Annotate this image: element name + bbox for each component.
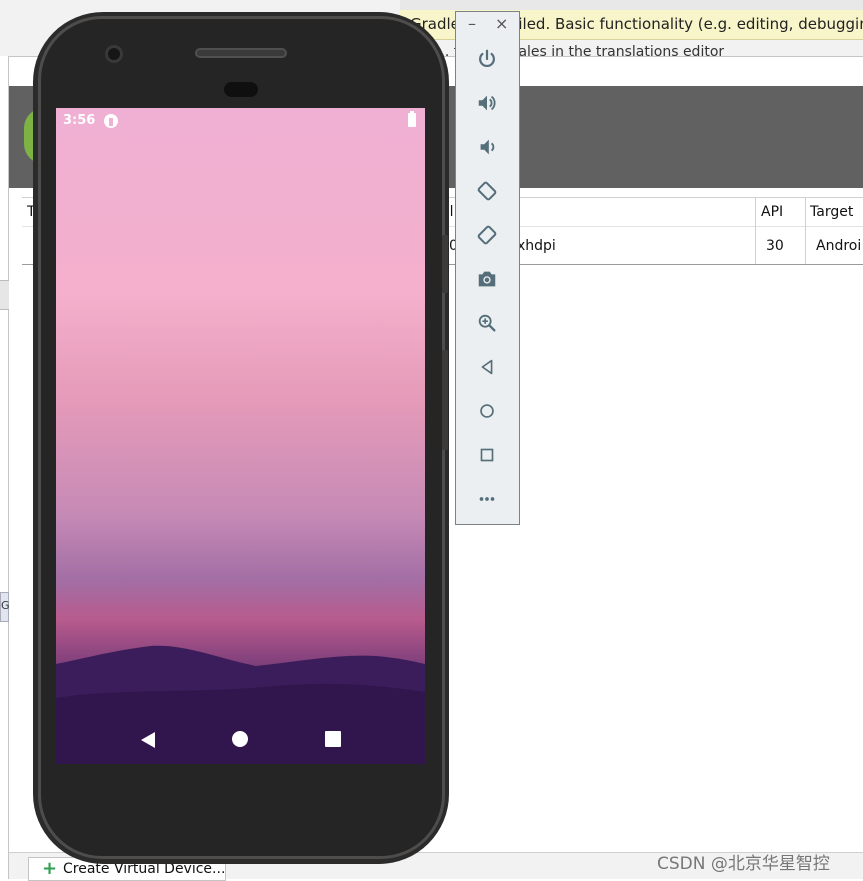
- plus-icon: +: [42, 858, 58, 879]
- power-button[interactable]: [472, 44, 502, 74]
- proximity-sensor: [224, 82, 258, 97]
- power-icon: [479, 49, 495, 68]
- back-icon: [481, 359, 493, 375]
- column-header-api[interactable]: API: [761, 204, 783, 220]
- table-cell-target: Androi: [816, 238, 862, 254]
- home-button[interactable]: [472, 396, 502, 426]
- zoom-icon: [478, 314, 496, 332]
- rotate-left-icon: [477, 181, 497, 201]
- rotate-right-icon: [477, 225, 497, 245]
- watermark: CSDN @北京华星智控: [657, 854, 830, 874]
- zoom-button[interactable]: [472, 308, 502, 338]
- volume-up-button[interactable]: [472, 88, 502, 118]
- volume-up-icon: [478, 95, 496, 111]
- home-icon: [480, 404, 494, 418]
- rotate-right-button[interactable]: [472, 220, 502, 250]
- overview-icon: [480, 448, 494, 462]
- volume-down-icon: [480, 139, 495, 155]
- close-button[interactable]: ×: [495, 14, 508, 33]
- front-camera-icon: [105, 45, 123, 63]
- battery-icon: [408, 113, 416, 127]
- notification-icon: [104, 114, 118, 128]
- nav-overview-icon[interactable]: [325, 731, 341, 747]
- column-header-target[interactable]: Target: [810, 204, 853, 220]
- rotate-left-button[interactable]: [472, 176, 502, 206]
- table-cell-density: xhdpi: [517, 238, 556, 254]
- nav-back-icon[interactable]: [140, 731, 156, 753]
- minimize-button[interactable]: –: [468, 14, 476, 33]
- power-hardware-button[interactable]: [442, 235, 448, 293]
- more-icon: [479, 497, 495, 501]
- side-panel-tab[interactable]: [0, 280, 9, 310]
- table-cell-api: 30: [766, 238, 784, 254]
- more-button[interactable]: [472, 484, 502, 514]
- device-screen[interactable]: [56, 108, 425, 764]
- side-panel-letter: G: [1, 599, 10, 612]
- camera-icon: [478, 271, 496, 287]
- volume-hardware-button[interactable]: [442, 350, 448, 450]
- status-bar-time: 3:56: [63, 113, 96, 128]
- back-button[interactable]: [472, 352, 502, 382]
- earpiece-speaker: [195, 48, 287, 58]
- screenshot-button[interactable]: [472, 264, 502, 294]
- side-panel-tab[interactable]: G: [0, 592, 10, 622]
- volume-down-button[interactable]: [472, 132, 502, 162]
- overview-button[interactable]: [472, 440, 502, 470]
- nav-home-icon[interactable]: [232, 731, 248, 747]
